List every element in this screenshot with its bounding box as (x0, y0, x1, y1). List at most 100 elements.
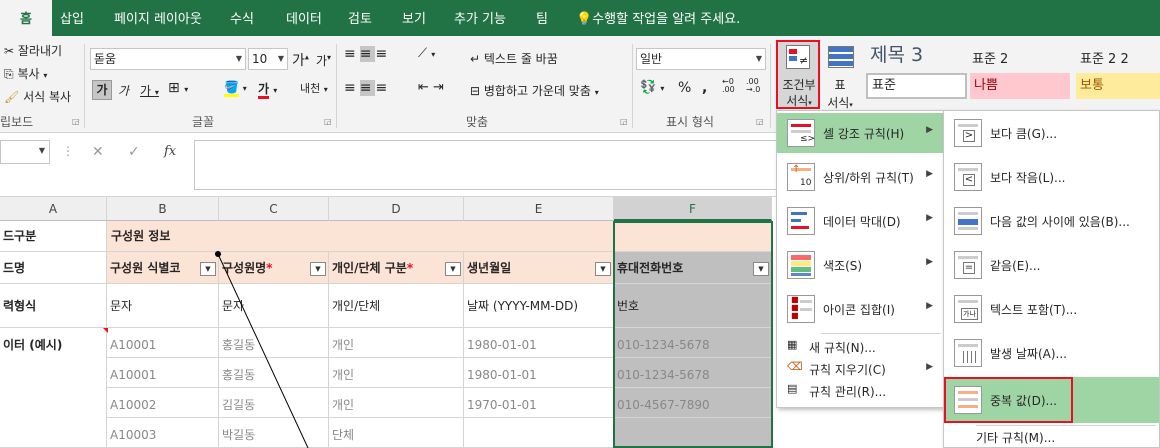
fill-color-button[interactable]: 🪣 ▾ (224, 80, 247, 97)
column-header-d[interactable]: D (329, 197, 464, 221)
data-cell[interactable]: 010-1234-5678 (614, 358, 772, 388)
tab-review[interactable]: 검토 (348, 0, 372, 36)
increase-decimal-button[interactable]: ←0.00 (722, 78, 735, 94)
style-heading3[interactable]: 제목 3 (866, 42, 966, 68)
header-member-id[interactable]: 구성원 식별코 ▼ (107, 252, 219, 284)
submenu-more-rules[interactable]: 기타 규칙(M)... (944, 427, 1159, 447)
data-cell[interactable]: A10001 (107, 358, 219, 388)
data-cell[interactable]: 010-1234-5678 (614, 328, 772, 358)
phonetic-button[interactable]: 내천 ▾ (300, 80, 328, 96)
font-name-dropdown[interactable]: 돋움 ▼ (90, 48, 246, 70)
name-box[interactable]: ▼ (0, 140, 50, 164)
dialog-launcher-icon[interactable]: ◲ (72, 117, 80, 126)
tell-me-box[interactable]: 💡수행할 작업을 알려 주세요. (576, 0, 740, 36)
font-color-button[interactable]: 가 ▾ (258, 80, 277, 99)
tab-add-ins[interactable]: 추가 기능 (454, 0, 506, 36)
dialog-launcher-icon[interactable]: ◲ (756, 117, 764, 126)
menu-item-data-bars[interactable]: 데이터 막대(D) ▶ (777, 201, 943, 241)
style-neutral[interactable]: 보통 (1076, 73, 1160, 99)
column-header-f[interactable]: F (614, 197, 772, 221)
decrease-font-button[interactable]: 가▾ (316, 52, 331, 69)
menu-item-manage-rules[interactable]: ▤ 규칙 관리(R)... (777, 379, 943, 401)
tab-formulas[interactable]: 수식 (230, 0, 254, 36)
insert-function-icon[interactable]: fx (164, 144, 176, 159)
horizontal-align-buttons[interactable]: ≡≡≡ (344, 80, 391, 96)
data-cell[interactable]: 1980-01-01 (464, 358, 614, 388)
copy-button[interactable]: ⎘ 복사 ▾ (4, 65, 47, 82)
tab-data[interactable]: 데이터 (286, 0, 322, 36)
number-format-dropdown[interactable]: 일반 ▼ (636, 48, 766, 70)
wrap-text-button[interactable]: ↵ 텍스트 줄 바꿈 (470, 50, 558, 67)
vertical-align-buttons[interactable]: ≡≡≡ (344, 46, 391, 62)
data-cell[interactable]: A10001 (107, 328, 219, 358)
underline-button[interactable]: 가 ▾ (140, 82, 159, 99)
data-cell[interactable]: 010-4567-7890 (614, 388, 772, 418)
submenu-text-contains[interactable]: 가나 텍스트 포함(T)... (944, 289, 1159, 329)
dialog-launcher-icon[interactable]: ◲ (324, 117, 332, 126)
font-size-dropdown[interactable]: 10 ▼ (248, 48, 288, 70)
tab-team[interactable]: 팀 (536, 0, 548, 36)
menu-item-color-scales[interactable]: 색조(S) ▶ (777, 245, 943, 285)
data-cell[interactable]: 개인 (329, 328, 464, 358)
indent-buttons[interactable]: ⇤ ⇥ (418, 80, 444, 95)
format-painter-button[interactable]: 🖌 서식 복사 (4, 88, 71, 105)
column-header-a[interactable]: A (0, 197, 107, 221)
tab-home[interactable]: 홈 (0, 0, 52, 36)
column-header-c[interactable]: C (219, 197, 329, 221)
data-cell[interactable]: 1980-01-01 (464, 328, 614, 358)
menu-item-new-rule[interactable]: ▦ 새 규칙(N)... (777, 335, 943, 357)
style-normal22[interactable]: 표준 2 2 (1080, 48, 1160, 67)
data-cell[interactable] (464, 418, 614, 448)
submenu-equal-to[interactable]: = 같음(E)... (944, 245, 1159, 285)
column-header-e[interactable]: E (464, 197, 614, 221)
accounting-format-button[interactable]: 💱 ▾ (640, 80, 664, 95)
submenu-greater-than[interactable]: > 보다 큼(G)... (944, 113, 1159, 153)
submenu-between[interactable]: 다음 값의 사이에 있음(B)... (944, 201, 1159, 241)
style-bad[interactable]: 나쁨 (970, 73, 1070, 99)
italic-button[interactable]: 가 (118, 82, 129, 99)
enter-icon[interactable]: ✓ (128, 144, 140, 160)
cancel-icon[interactable]: ✕ (92, 144, 104, 160)
cell-member-info[interactable]: 구성원 정보 (107, 221, 772, 252)
decrease-decimal-button[interactable]: .00 →.0 (746, 78, 760, 94)
submenu-less-than[interactable]: < 보다 작음(L)... (944, 157, 1159, 197)
cell-type-e[interactable]: 날짜 (YYYY-MM-DD) (464, 284, 614, 328)
tab-page-layout[interactable]: 페이지 레이아웃 (114, 0, 202, 36)
cell-a-section[interactable]: 드구분 (0, 221, 107, 252)
menu-item-top-bottom-rules[interactable]: ↑ 10 상위/하위 규칙(T) ▶ (777, 157, 943, 197)
data-cell[interactable]: 개인 (329, 388, 464, 418)
dialog-launcher-icon[interactable]: ◲ (620, 117, 628, 126)
data-cell[interactable] (614, 418, 772, 448)
orientation-button[interactable]: ⟋ ▾ (418, 46, 435, 61)
data-cell[interactable]: 개인 (329, 358, 464, 388)
submenu-duplicate-values[interactable]: 중복 값(D)... (944, 377, 1159, 423)
cell-type-d[interactable]: 개인/단체 (329, 284, 464, 328)
tab-view[interactable]: 보기 (402, 0, 426, 36)
menu-item-clear-rules[interactable]: ⌫ 규칙 지우기(C) ▶ (777, 357, 943, 379)
menu-item-icon-sets[interactable]: ■ ■ ■ 아이콘 집합(I) ▶ (777, 289, 943, 329)
style-normal[interactable]: 표준 (866, 73, 967, 99)
header-birthdate[interactable]: 생년월일 ▼ (464, 252, 614, 284)
cell-type-b[interactable]: 문자 (107, 284, 219, 328)
data-cell[interactable]: A10002 (107, 388, 219, 418)
filter-dropdown-icon[interactable]: ▼ (445, 262, 461, 276)
tab-insert[interactable]: 삽입 (60, 0, 84, 36)
data-cell[interactable]: 단체 (329, 418, 464, 448)
percent-button[interactable]: % (678, 80, 691, 96)
cell-type-f[interactable]: 번호 (614, 284, 772, 328)
menu-item-highlight-cell-rules[interactable]: ≤> 셀 강조 규칙(H) ▶ (777, 113, 943, 153)
increase-font-button[interactable]: 가▴ (292, 50, 309, 70)
cell-a-input-type[interactable]: 력형식 (0, 284, 107, 328)
comma-style-button[interactable]: , (702, 80, 707, 96)
column-header-b[interactable]: B (107, 197, 219, 221)
merge-center-button[interactable]: ⊟ 병합하고 가운데 맞춤 ▾ (470, 82, 599, 99)
format-as-table-button[interactable]: 표 서식▾ (822, 42, 862, 110)
bold-button[interactable]: 가 (92, 80, 112, 100)
header-person-group[interactable]: 개인/단체 구분* ▼ (329, 252, 464, 284)
filter-dropdown-icon[interactable]: ▼ (595, 262, 611, 276)
data-cell[interactable]: 1970-01-01 (464, 388, 614, 418)
submenu-date-occurring[interactable]: 발생 날짜(A)... (944, 333, 1159, 373)
formula-input[interactable] (194, 140, 784, 190)
filter-dropdown-icon[interactable]: ▼ (753, 262, 769, 276)
cell-a-data-example[interactable]: 이터 (예시) (0, 328, 107, 448)
